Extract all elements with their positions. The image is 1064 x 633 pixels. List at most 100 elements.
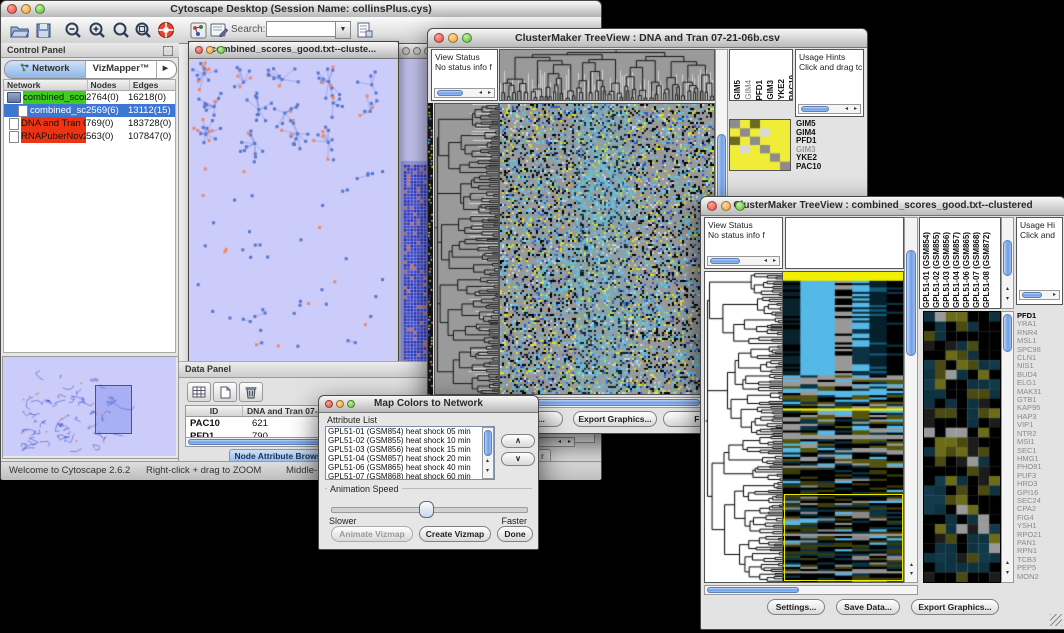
column-label[interactable]: GIM3	[766, 80, 775, 100]
col-id[interactable]: ID	[186, 406, 243, 416]
view-status-hscrollbar[interactable]: ◂ ▸	[707, 256, 780, 266]
search-input[interactable]	[266, 21, 338, 37]
column-dendrogram-pane[interactable]	[499, 49, 715, 101]
zoom-selected-icon[interactable]	[131, 20, 155, 40]
column-label[interactable]: GPL51-08 (GSM872)	[982, 232, 991, 308]
scroll-up-icon[interactable]: ▴	[1003, 560, 1012, 567]
minimize-icon[interactable]	[336, 400, 344, 408]
close-icon[interactable]	[325, 400, 333, 408]
view-status-hscrollbar[interactable]: ◂ ▸	[434, 88, 495, 98]
close-icon[interactable]	[7, 4, 17, 14]
heatmap-selection-rect[interactable]	[784, 494, 903, 581]
scroll-down-icon[interactable]: ▾	[483, 468, 492, 475]
help-lifesaver-icon[interactable]	[154, 20, 178, 40]
scrollbar-thumb[interactable]	[801, 106, 829, 112]
usage-hints-hscrollbar[interactable]: ◂ ▸	[798, 104, 861, 114]
col-network[interactable]: Network	[4, 80, 88, 90]
attribute-item[interactable]: GPL51-03 (GSM856) heat shock 15 min	[326, 445, 494, 454]
scrollbar-thumb[interactable]	[1022, 292, 1042, 298]
gene-label[interactable]: MON2	[1017, 573, 1063, 581]
heatmap-vscrollbar[interactable]: ▴ ▾	[904, 217, 918, 583]
heatmap-canvas-pane[interactable]	[783, 271, 904, 583]
network-window-1-titlebar[interactable]: combined_scores_good.txt--cluste...	[189, 42, 398, 59]
button-animate-vizmap[interactable]: Animate Vizmap	[331, 526, 413, 542]
zoom-in-icon[interactable]	[85, 20, 109, 40]
move-up-button[interactable]: ∧	[501, 434, 535, 448]
mini-heatmap[interactable]	[729, 119, 791, 171]
tab-overflow-arrow[interactable]: ►	[157, 61, 174, 78]
minimize-icon[interactable]	[448, 33, 458, 43]
resize-grip[interactable]	[1050, 614, 1062, 626]
heatmap-canvas-pane[interactable]	[499, 103, 715, 395]
column-labels-vscrollbar[interactable]: ▴ ▾	[1001, 217, 1014, 309]
scrollbar-thumb[interactable]	[906, 250, 916, 356]
scroll-up-icon[interactable]: ▴	[1003, 286, 1012, 293]
column-label[interactable]: PAC10	[788, 75, 793, 100]
button-export-graphics-[interactable]: Export Graphics...	[573, 411, 657, 427]
minimize-icon[interactable]	[413, 47, 421, 55]
tab-network[interactable]: Network	[5, 61, 86, 78]
column-label[interactable]: GPL51-07 (GSM868)	[972, 232, 981, 308]
attribute-item[interactable]: GPL51-01 (GSM854) heat shock 05 min	[326, 427, 494, 436]
scroll-down-icon[interactable]: ▾	[907, 571, 916, 578]
network-row[interactable]: combined_sco2569(6)13112(15)	[4, 104, 175, 117]
select-attributes-icon[interactable]	[187, 382, 211, 402]
tab-vizmapper[interactable]: VizMapper™	[86, 61, 157, 78]
float-panel-icon[interactable]	[163, 46, 173, 56]
scroll-left-icon[interactable]: ◂	[842, 106, 851, 113]
button-create-vizmap[interactable]: Create Vizmap	[419, 526, 491, 542]
close-icon[interactable]	[195, 46, 203, 54]
button-export-graphics-[interactable]: Export Graphics...	[911, 599, 999, 615]
close-icon[interactable]	[434, 33, 444, 43]
column-label[interactable]: GIM4	[744, 80, 753, 100]
attribute-item[interactable]: GPL51-07 (GSM868) heat shock 60 min	[326, 472, 494, 480]
scroll-right-icon[interactable]: ▸	[565, 439, 574, 446]
scrollbar-thumb[interactable]	[512, 399, 700, 406]
delete-attribute-icon[interactable]	[239, 382, 263, 402]
network-row[interactable]: DNA and Tran 07769(0)183728(0)	[4, 117, 175, 130]
column-label[interactable]: GPL51-04 (GSM857)	[952, 232, 961, 308]
save-icon[interactable]	[31, 20, 55, 40]
scroll-right-icon[interactable]: ▸	[485, 90, 494, 97]
open-folder-icon[interactable]	[7, 20, 31, 40]
scroll-left-icon[interactable]: ◂	[761, 258, 770, 265]
column-label[interactable]: GPL51-03 (GSM856)	[942, 232, 951, 308]
zoom-heatmap-pane[interactable]	[923, 311, 1001, 583]
zoom-out-icon[interactable]	[61, 20, 85, 40]
col-nodes[interactable]: Nodes	[88, 80, 130, 90]
main-titlebar[interactable]: Cytoscape Desktop (Session Name: collins…	[1, 1, 601, 18]
column-label[interactable]: GPL51-01 (GSM854)	[922, 232, 931, 308]
scroll-down-icon[interactable]: ▾	[1003, 570, 1012, 577]
col-edges[interactable]: Edges	[130, 80, 175, 90]
attribute-list-vscrollbar[interactable]: ▴ ▾	[482, 427, 494, 479]
scroll-up-icon[interactable]: ▴	[483, 458, 492, 465]
report-icon[interactable]	[353, 20, 377, 40]
scroll-right-icon[interactable]: ▸	[1050, 292, 1059, 299]
minimize-icon[interactable]	[721, 201, 731, 211]
scroll-left-icon[interactable]: ◂	[555, 439, 564, 446]
row-label[interactable]: PAC10	[796, 163, 856, 172]
search-dropdown-icon[interactable]: ▼	[335, 21, 351, 39]
zoom-window-icon[interactable]	[462, 33, 472, 43]
button-settings-[interactable]: Settings...	[767, 599, 825, 615]
close-icon[interactable]	[402, 47, 410, 55]
attribute-item[interactable]: GPL51-06 (GSM865) heat shock 40 min	[326, 463, 494, 472]
network-row[interactable]: RNAPuberNov2+563(0)107847(0)	[4, 130, 175, 143]
attribute-item[interactable]: GPL51-02 (GSM855) heat shock 10 min	[326, 436, 494, 445]
zoom-window-icon[interactable]	[735, 201, 745, 211]
scroll-left-icon[interactable]: ◂	[476, 90, 485, 97]
global-overview-strip[interactable]	[428, 103, 433, 395]
new-attribute-icon[interactable]	[213, 382, 237, 402]
zoom-vscrollbar[interactable]: ▴ ▾	[1001, 311, 1014, 583]
network-canvas[interactable]	[189, 59, 396, 377]
row-dendrogram-pane[interactable]	[704, 271, 783, 583]
row-dendrogram-pane[interactable]	[434, 103, 499, 395]
move-down-button[interactable]: ∨	[501, 452, 535, 466]
column-label[interactable]: GIM5	[733, 80, 742, 100]
scroll-right-icon[interactable]: ▸	[851, 106, 860, 113]
attribute-listbox[interactable]: GPL51-01 (GSM854) heat shock 05 minGPL51…	[325, 426, 495, 480]
column-label[interactable]: YKE2	[777, 79, 786, 100]
annotation-icon[interactable]	[207, 20, 231, 40]
scroll-up-icon[interactable]: ▴	[907, 562, 916, 569]
heatmap-hscrollbar[interactable]	[704, 585, 918, 595]
